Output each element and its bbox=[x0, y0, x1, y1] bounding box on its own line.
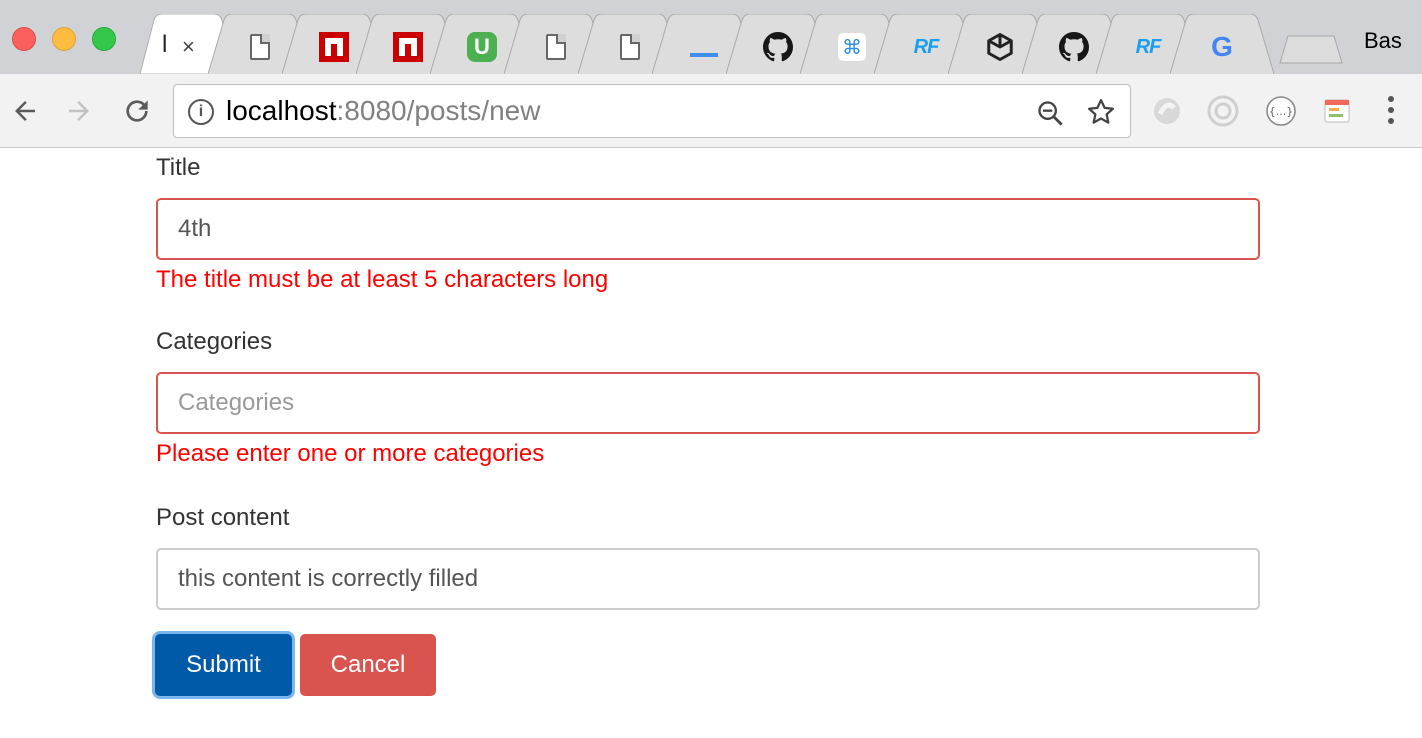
new-tab-button[interactable] bbox=[1278, 34, 1344, 64]
zoom-out-icon[interactable] bbox=[1036, 99, 1064, 127]
tab-title: l bbox=[162, 31, 168, 58]
url-host: localhost bbox=[226, 95, 337, 126]
document-icon bbox=[615, 32, 645, 62]
bookmark-star-icon[interactable] bbox=[1086, 97, 1116, 127]
rf-icon: RF bbox=[913, 35, 940, 58]
github-icon bbox=[1059, 32, 1089, 62]
npm-icon bbox=[319, 32, 349, 62]
address-bar[interactable]: i localhost:8080/posts/new bbox=[173, 84, 1131, 138]
window-close-button[interactable] bbox=[12, 27, 36, 51]
more-menu-icon[interactable] bbox=[1388, 96, 1394, 129]
command-icon: ⌘ bbox=[837, 32, 867, 62]
categories-input[interactable] bbox=[156, 372, 1260, 434]
extension-icon[interactable] bbox=[1206, 94, 1240, 128]
rf-icon: RF bbox=[1135, 35, 1162, 58]
codepen-icon bbox=[985, 32, 1015, 62]
url-path: :8080/posts/new bbox=[336, 95, 541, 126]
content-input[interactable] bbox=[156, 548, 1260, 610]
json-viewer-icon[interactable]: {...} bbox=[1264, 94, 1298, 128]
document-icon bbox=[541, 32, 571, 62]
google-icon: G bbox=[1211, 31, 1233, 62]
content-label: Post content bbox=[156, 504, 290, 531]
forward-arrow-icon[interactable] bbox=[62, 94, 96, 128]
categories-label: Categories bbox=[156, 328, 273, 355]
npm-icon bbox=[393, 32, 423, 62]
extension-icon[interactable] bbox=[1150, 94, 1184, 128]
underscore-icon bbox=[689, 32, 719, 62]
github-icon bbox=[763, 32, 793, 62]
svg-text:{...}: {...} bbox=[1269, 105, 1294, 118]
profile-name[interactable]: Bas bbox=[1364, 28, 1402, 54]
window-maximize-button[interactable] bbox=[92, 27, 116, 51]
document-icon bbox=[245, 32, 275, 62]
title-label: Title bbox=[156, 154, 201, 181]
cancel-button[interactable]: Cancel bbox=[300, 634, 436, 696]
back-arrow-icon[interactable] bbox=[8, 94, 42, 128]
udemy-icon: U bbox=[467, 32, 497, 62]
window-minimize-button[interactable] bbox=[52, 27, 76, 51]
browser-toolbar: i localhost:8080/posts/new {...} bbox=[0, 74, 1422, 148]
reload-icon[interactable] bbox=[120, 94, 154, 128]
submit-button[interactable]: Submit bbox=[155, 634, 292, 696]
url-text[interactable]: localhost:8080/posts/new bbox=[226, 95, 540, 127]
tab-item[interactable]: G bbox=[1170, 14, 1274, 74]
info-icon[interactable]: i bbox=[188, 99, 214, 125]
title-error-message: The title must be at least 5 characters … bbox=[156, 266, 609, 293]
extension-icon[interactable] bbox=[1320, 94, 1354, 128]
title-input[interactable] bbox=[156, 198, 1260, 260]
tab-close-icon[interactable]: × bbox=[182, 34, 195, 60]
post-form: Title The title must be at least 5 chara… bbox=[0, 148, 1422, 738]
tab-strip: l × U ⌘ RF RF G Bas bbox=[0, 0, 1422, 74]
categories-error-message: Please enter one or more categories bbox=[156, 440, 545, 467]
